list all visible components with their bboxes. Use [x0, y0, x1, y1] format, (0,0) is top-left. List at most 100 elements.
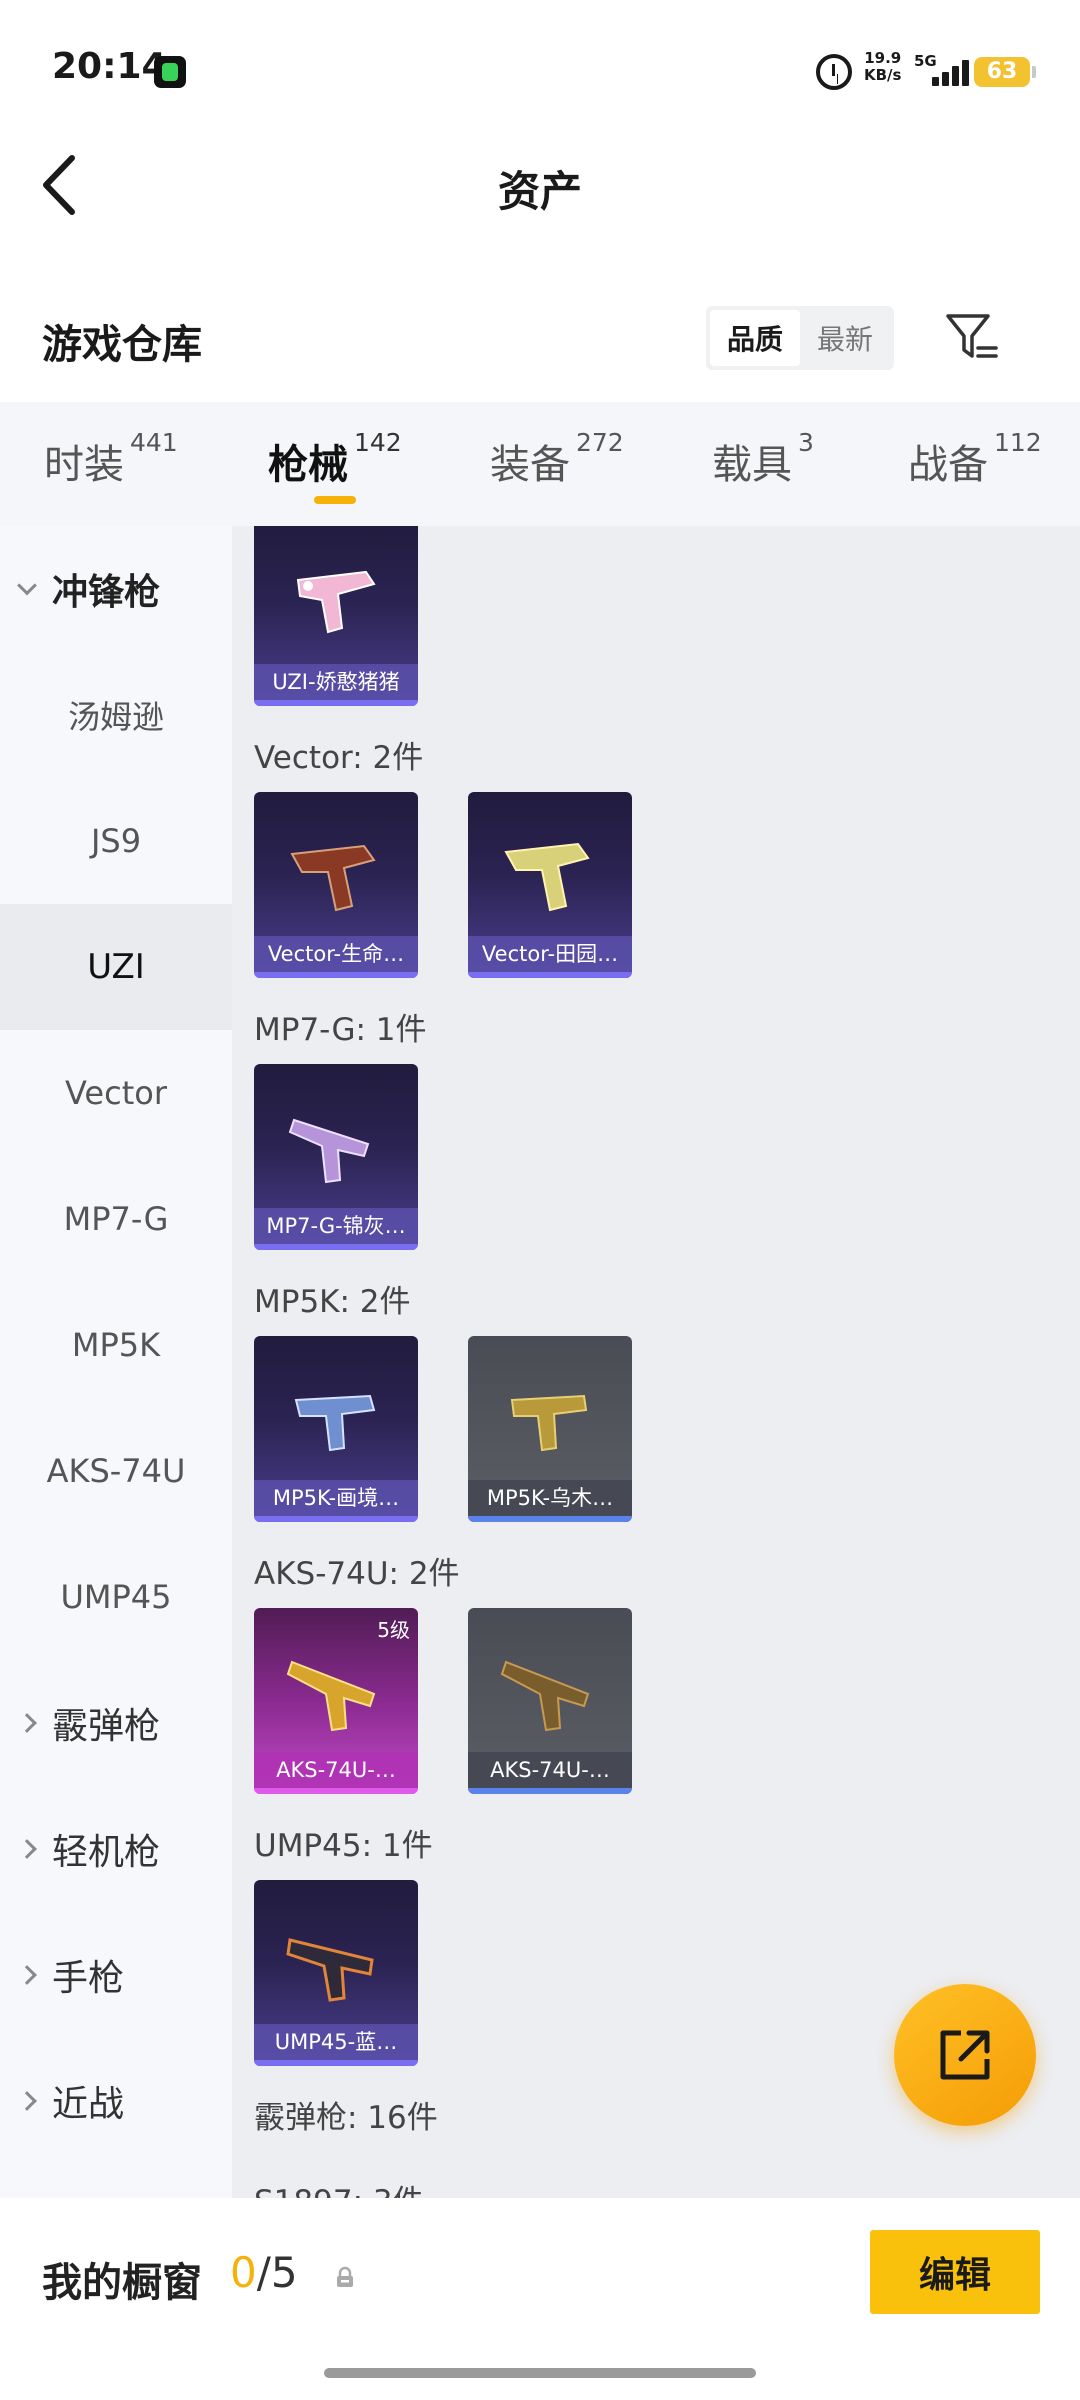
group-label-s1897: S1897: 3件 [254, 2176, 424, 2198]
sidebar-item-mp5k[interactable]: MP5K [0, 1282, 232, 1408]
sidebar-item-uzi[interactable]: UZI [0, 904, 232, 1030]
group-label-mp5k: MP5K: 2件 [254, 1284, 411, 1320]
weapon-image [290, 844, 376, 912]
rarity-bar [468, 1788, 632, 1794]
chevron-right-icon [17, 1713, 37, 1733]
tab-label: 装备 [490, 442, 570, 488]
sort-toggle: 品质 最新 [706, 306, 894, 370]
tab-tactical[interactable]: 战备 112 [908, 428, 1042, 490]
item-card-mp5k-1[interactable]: MP5K-画境… [254, 1336, 418, 1522]
active-tab-indicator [314, 496, 356, 504]
tab-label: 战备 [908, 442, 988, 488]
item-name: AKS-74U-… [468, 1752, 632, 1788]
rarity-bar [254, 2060, 418, 2066]
sidebar-group-submachine-guns[interactable]: 冲锋枪 [0, 526, 232, 652]
group-label-aks74u: AKS-74U: 2件 [254, 1556, 460, 1592]
showcase-count: 0/5 [230, 2248, 298, 2297]
edit-button[interactable]: 编辑 [870, 2230, 1040, 2314]
sidebar-group-light-machine-guns[interactable]: 轻机枪 [0, 1786, 232, 1912]
sidebar-item-vector[interactable]: Vector [0, 1030, 232, 1156]
rarity-bar [254, 1788, 418, 1794]
tab-count: 3 [798, 428, 814, 457]
tab-label: 枪械 [268, 442, 348, 488]
item-name: MP5K-乌木… [468, 1480, 632, 1516]
signal-icon [928, 56, 972, 86]
network-speed-unit: KB/s [864, 66, 902, 84]
weapon-image [296, 570, 376, 634]
tab-vehicles[interactable]: 载具 3 [712, 428, 814, 490]
sidebar-group-melee[interactable]: 近战 [0, 2038, 232, 2164]
app-notification-icon [154, 56, 186, 88]
item-name: MP7-G-锦灰… [254, 1208, 418, 1244]
sidebar-group-pistols[interactable]: 手枪 [0, 1912, 232, 2038]
item-name: UMP45-蓝… [254, 2024, 418, 2060]
weapon-image [294, 1394, 376, 1452]
weapon-image [288, 1118, 370, 1184]
item-card-vector-2[interactable]: Vector-田园… [468, 792, 632, 978]
network-speed: 19.9 KB/s [864, 50, 901, 84]
item-card-mp5k-2[interactable]: MP5K-乌木… [468, 1336, 632, 1522]
sidebar-item-thompson[interactable]: 汤姆逊 [0, 652, 232, 778]
weapon-list: UZI-娇憨猪猪 Vector: 2件 Vector-生命… Vector-田园… [232, 526, 1080, 2198]
rarity-bar [254, 972, 418, 978]
sidebar-item-label: 近战 [52, 2084, 125, 2125]
chevron-right-icon [17, 1839, 37, 1859]
rarity-bar [468, 972, 632, 978]
sidebar-item-label: 手枪 [52, 1958, 125, 1999]
tab-count: 142 [354, 428, 402, 457]
weapon-image [504, 842, 590, 912]
showcase-label: 我的橱窗 [42, 2260, 202, 2306]
item-card-aks74u-2[interactable]: AKS-74U-… [468, 1608, 632, 1794]
sidebar-item-aks74u[interactable]: AKS-74U [0, 1408, 232, 1534]
item-card-uzi-pig[interactable]: UZI-娇憨猪猪 [254, 526, 418, 706]
share-button[interactable] [894, 1984, 1036, 2126]
page-title: 资产 [497, 167, 582, 216]
sidebar-item-ump45[interactable]: UMP45 [0, 1534, 232, 1660]
group-label-vector: Vector: 2件 [254, 740, 424, 776]
battery-icon: 63 [974, 57, 1036, 87]
tab-label: 时装 [44, 442, 124, 488]
item-card-mp7g[interactable]: MP7-G-锦灰… [254, 1064, 418, 1250]
sidebar-item-js9[interactable]: JS9 [0, 778, 232, 904]
item-card-ump45[interactable]: UMP45-蓝… [254, 1880, 418, 2066]
tab-equipment[interactable]: 装备 272 [490, 428, 624, 490]
home-indicator[interactable] [324, 2368, 756, 2378]
alarm-icon [816, 54, 852, 90]
item-name: Vector-田园… [468, 936, 632, 972]
item-name: UZI-娇憨猪猪 [254, 664, 418, 700]
tab-fashion[interactable]: 时装 441 [44, 428, 178, 490]
group-label-ump45: UMP45: 1件 [254, 1828, 433, 1864]
sidebar-item-label: 冲锋枪 [52, 572, 161, 613]
lock-icon [337, 2266, 353, 2287]
sidebar-item-label: 霰弹枪 [52, 1706, 161, 1747]
item-name: Vector-生命… [254, 936, 418, 972]
item-card-vector-1[interactable]: Vector-生命… [254, 792, 418, 978]
rarity-bar [468, 1516, 632, 1522]
network-speed-value: 19.9 [864, 49, 902, 67]
sidebar-group-shotguns[interactable]: 霰弹枪 [0, 1660, 232, 1786]
tab-count: 112 [994, 428, 1042, 457]
filter-icon[interactable] [944, 310, 1000, 366]
sort-by-quality-button[interactable]: 品质 [710, 310, 800, 366]
weapon-image [510, 1394, 588, 1452]
sidebar-item-mp7g[interactable]: MP7-G [0, 1156, 232, 1282]
tab-firearms[interactable]: 枪械 142 [268, 428, 402, 490]
rarity-bar [254, 1244, 418, 1250]
chevron-right-icon [17, 1965, 37, 1985]
item-card-aks74u-1[interactable]: 5级 AKS-74U-… [254, 1608, 418, 1794]
sidebar-item-label: 轻机枪 [52, 1832, 161, 1873]
item-name: MP5K-画境… [254, 1480, 418, 1516]
item-name: AKS-74U-… [254, 1752, 418, 1788]
rarity-bar [254, 1516, 418, 1522]
chevron-right-icon [17, 2091, 37, 2111]
showcase-total: /5 [256, 2248, 298, 2297]
rarity-bar [254, 700, 418, 706]
tab-count: 441 [130, 428, 178, 457]
group-label-shotguns: 霰弹枪: 16件 [254, 2100, 438, 2136]
weapon-category-sidebar: 冲锋枪 汤姆逊 JS9 UZI Vector MP7-G MP5K AKS-74… [0, 526, 232, 2198]
status-time: 20:14 [52, 46, 167, 87]
tab-label: 载具 [712, 442, 792, 488]
sort-by-newest-button[interactable]: 最新 [800, 310, 890, 366]
showcase-current: 0 [230, 2248, 257, 2297]
section-title: 游戏仓库 [42, 322, 202, 368]
